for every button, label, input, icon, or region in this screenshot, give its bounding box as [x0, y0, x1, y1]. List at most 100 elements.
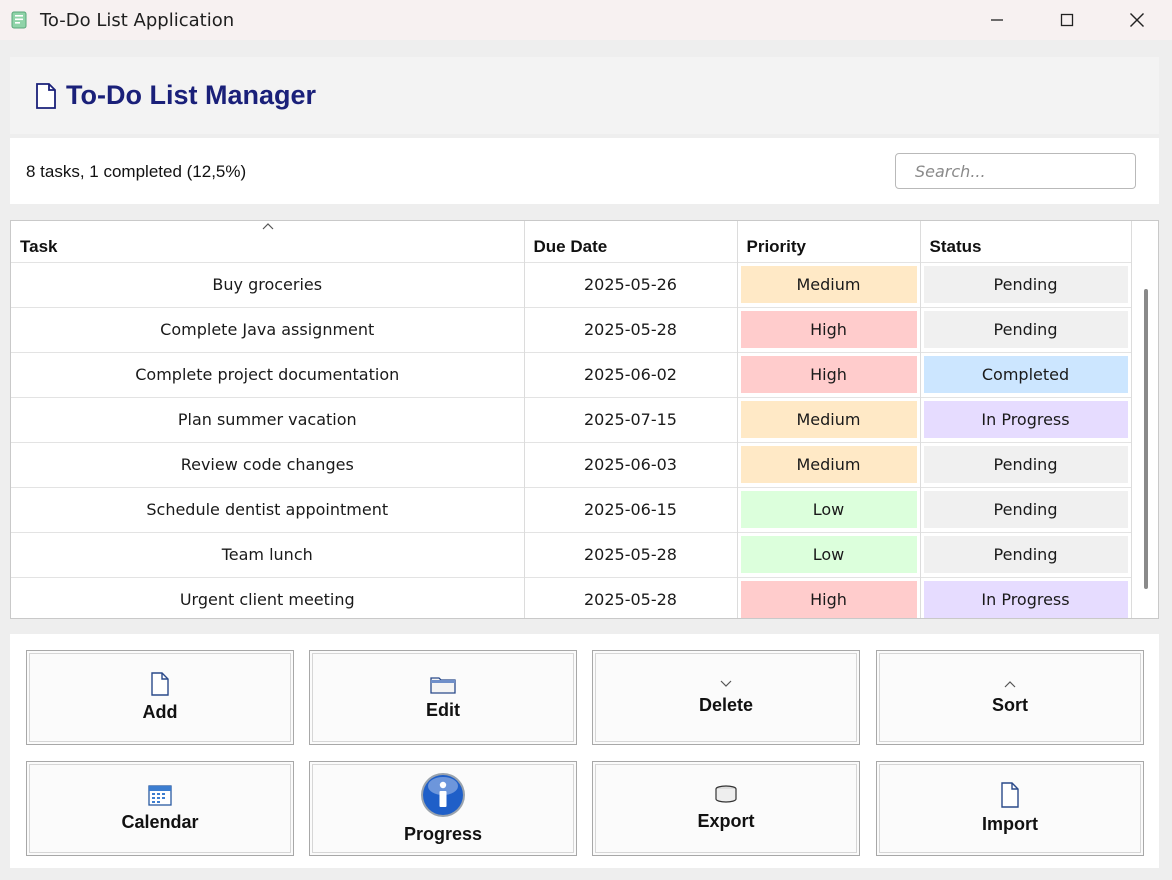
priority-badge: High [740, 356, 917, 393]
status-badge: In Progress [923, 581, 1128, 618]
status-cell: In Progress [920, 396, 1132, 442]
table-row[interactable]: Complete project documentation 2025-06-02… [11, 351, 1132, 397]
close-button[interactable] [1102, 0, 1172, 40]
due-date-cell: 2025-05-28 [524, 576, 738, 618]
delete-button-label: Delete [698, 695, 754, 715]
calendar-button-label: Calendar [121, 812, 199, 832]
status-badge: Pending [923, 446, 1128, 483]
maximize-button[interactable] [1032, 0, 1102, 40]
status-cell: Pending [920, 531, 1132, 577]
edit-button-label: Edit [426, 700, 460, 720]
column-header-priority[interactable]: Priority [737, 221, 921, 262]
priority-cell: High [737, 306, 921, 352]
status-badge: Completed [923, 356, 1128, 393]
export-button-label: Export [697, 811, 755, 831]
priority-badge: Medium [740, 401, 917, 438]
sort-button-label: Sort [992, 695, 1028, 715]
page-title: To-Do List Manager [66, 80, 317, 110]
document-icon [35, 82, 57, 109]
status-cell: Pending [920, 486, 1132, 532]
status-cell: In Progress [920, 576, 1132, 618]
due-date-cell: 2025-06-03 [524, 441, 738, 487]
table-row[interactable]: Urgent client meeting 2025-05-28 High In Pr… [11, 576, 1132, 618]
close-icon [1130, 13, 1144, 27]
info-icon [420, 772, 466, 818]
task-cell: Review code changes [11, 441, 525, 487]
database-icon [714, 785, 738, 805]
chevron-up-icon [1003, 679, 1017, 689]
calendar-button[interactable]: Calendar [26, 761, 294, 856]
vertical-scrollbar[interactable] [1144, 289, 1148, 589]
add-button-label: Add [142, 702, 178, 722]
file-icon [149, 672, 171, 696]
status-badge: Pending [923, 491, 1128, 528]
column-header-label: Status [929, 237, 982, 257]
sort-ascending-icon [262, 223, 274, 230]
table-row[interactable]: Team lunch 2025-05-28 Low Pending [11, 531, 1132, 577]
file-icon [999, 782, 1021, 808]
column-header-label: Task [20, 237, 58, 257]
table-row[interactable]: Review code changes 2025-06-03 Medium Pendi… [11, 441, 1132, 487]
due-date-cell: 2025-05-28 [524, 306, 738, 352]
column-header-status[interactable]: Status [920, 221, 1132, 262]
priority-cell: Medium [737, 261, 921, 307]
column-header-label: Due Date [533, 237, 608, 257]
task-summary: 8 tasks, 1 completed (12,5%) [26, 162, 247, 181]
task-cell: Schedule dentist appointment [11, 486, 525, 532]
status-cell: Completed [920, 351, 1132, 397]
app-icon [10, 11, 28, 29]
status-cell: Pending [920, 306, 1132, 352]
column-header-due-date[interactable]: Due Date [524, 221, 738, 262]
table-row[interactable]: Plan summer vacation 2025-07-15 Medium In P… [11, 396, 1132, 442]
priority-badge: Low [740, 536, 917, 573]
priority-badge: Medium [740, 446, 917, 483]
priority-badge: Low [740, 491, 917, 528]
priority-cell: High [737, 576, 921, 618]
delete-button[interactable]: Delete [592, 650, 860, 745]
column-header-task[interactable]: Task [11, 221, 525, 262]
header-panel: To-Do List Manager [10, 57, 1159, 134]
title-bar: To-Do List Application [0, 0, 1172, 40]
status-badge: Pending [923, 536, 1128, 573]
task-cell: Urgent client meeting [11, 576, 525, 618]
import-button[interactable]: Import [876, 761, 1144, 856]
due-date-cell: 2025-06-15 [524, 486, 738, 532]
table-header-row: Task Due Date Priority Status [11, 221, 1132, 262]
import-button-label: Import [982, 814, 1038, 834]
status-badge: In Progress [923, 401, 1128, 438]
table-row[interactable]: Buy groceries 2025-05-26 Medium Pending [11, 261, 1132, 307]
info-bar: 8 tasks, 1 completed (12,5%) [10, 138, 1159, 204]
sort-button[interactable]: Sort [876, 650, 1144, 745]
chevron-down-icon [719, 679, 733, 689]
priority-cell: High [737, 351, 921, 397]
calendar-icon [148, 784, 172, 806]
export-button[interactable]: Export [592, 761, 860, 856]
edit-button[interactable]: Edit [309, 650, 577, 745]
task-cell: Team lunch [11, 531, 525, 577]
search-input[interactable] [895, 153, 1136, 189]
add-button[interactable]: Add [26, 650, 294, 745]
minimize-icon [991, 19, 1003, 21]
action-panel: Add Edit Delete Sort Calendar Progress E… [10, 634, 1159, 868]
status-badge: Pending [923, 311, 1128, 348]
task-cell: Plan summer vacation [11, 396, 525, 442]
priority-cell: Low [737, 531, 921, 577]
progress-button[interactable]: Progress [309, 761, 577, 856]
task-table: Task Due Date Priority Status Buy grocer… [10, 220, 1159, 619]
minimize-button[interactable] [962, 0, 1032, 40]
due-date-cell: 2025-07-15 [524, 396, 738, 442]
priority-cell: Medium [737, 441, 921, 487]
table-row[interactable]: Schedule dentist appointment 2025-06-15 Lo… [11, 486, 1132, 532]
window-title: To-Do List Application [40, 9, 235, 31]
table-row[interactable]: Complete Java assignment 2025-05-28 High Pe… [11, 306, 1132, 352]
status-cell: Pending [920, 441, 1132, 487]
priority-badge: Medium [740, 266, 917, 303]
status-badge: Pending [923, 266, 1128, 303]
task-cell: Complete project documentation [11, 351, 525, 397]
due-date-cell: 2025-05-26 [524, 261, 738, 307]
task-cell: Buy groceries [11, 261, 525, 307]
priority-badge: High [740, 311, 917, 348]
task-cell: Complete Java assignment [11, 306, 525, 352]
priority-cell: Low [737, 486, 921, 532]
due-date-cell: 2025-05-28 [524, 531, 738, 577]
